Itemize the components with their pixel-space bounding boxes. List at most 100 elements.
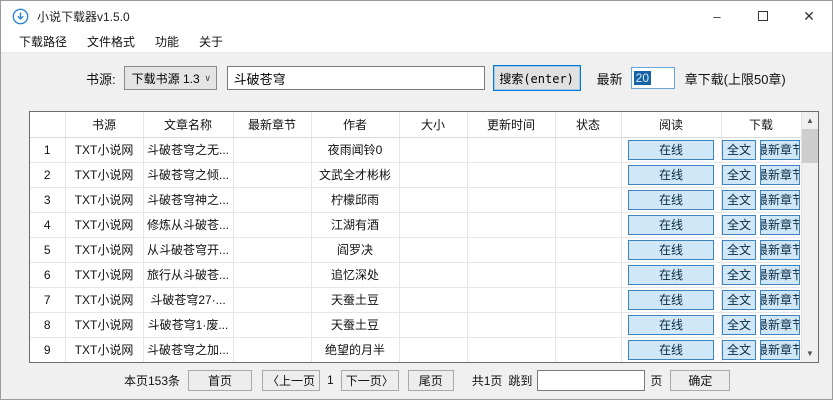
download-latest-button[interactable]: 最新章节 (760, 290, 800, 310)
download-latest-button[interactable]: 最新章节 (760, 190, 800, 210)
column-header: 书源 (65, 112, 143, 137)
read-online-button[interactable]: 在线 (628, 215, 714, 235)
app-window: 小说下载器v1.5.0 – ✕ 下载路径 文件格式 功能 关于 书源: 下载书源… (0, 0, 833, 400)
update-time-cell (467, 212, 555, 237)
read-online-button[interactable]: 在线 (628, 265, 714, 285)
download-latest-button[interactable]: 最新章节 (760, 165, 800, 185)
next-page-button[interactable]: 下一页〉 (341, 370, 399, 391)
scroll-down-icon[interactable]: ▼ (802, 345, 818, 362)
jump-to-page-input[interactable] (537, 370, 645, 391)
total-pages-text: 共1页 (472, 372, 503, 389)
download-full-button[interactable]: 全文 (722, 290, 756, 310)
latest-chapter-cell (233, 187, 311, 212)
size-cell (399, 287, 467, 312)
column-header: 最新章节 (233, 112, 311, 137)
last-page-button[interactable]: 尾页 (408, 370, 454, 391)
update-time-cell (467, 287, 555, 312)
app-cloud-download-icon (12, 8, 29, 25)
size-cell (399, 237, 467, 262)
results-grid: 书源文章名称最新章节作者大小更新时间状态阅读下载 1TXT小说网斗破苍穹之无..… (30, 112, 802, 363)
read-online-button[interactable]: 在线 (628, 240, 714, 260)
menu-about[interactable]: 关于 (189, 31, 233, 52)
table-row: 6TXT小说网旅行从斗破苍...追忆深处在线全文最新章节 (30, 262, 801, 287)
read-online-button[interactable]: 在线 (628, 315, 714, 335)
read-cell: 在线 (621, 337, 721, 362)
source-cell: TXT小说网 (65, 287, 143, 312)
download-full-button[interactable]: 全文 (722, 265, 756, 285)
update-time-cell (467, 162, 555, 187)
window-title: 小说下载器v1.5.0 (37, 8, 130, 25)
search-toolbar: 书源: 下载书源 1.3 ∨ 搜索(enter) 最新 20 章下载(上限50章… (86, 65, 832, 91)
download-full-button[interactable]: 全文 (722, 190, 756, 210)
row-number: 9 (30, 337, 65, 362)
size-cell (399, 212, 467, 237)
size-cell (399, 312, 467, 337)
maximize-button[interactable] (740, 1, 786, 31)
download-full-button[interactable]: 全文 (722, 215, 756, 235)
source-cell: TXT小说网 (65, 337, 143, 362)
search-input[interactable] (227, 66, 485, 90)
pagination-bar: 本页153条 首页 〈上一页 1 下一页〉 尾页 共1页 跳到 页 确定 (124, 369, 832, 391)
confirm-jump-button[interactable]: 确定 (670, 370, 730, 391)
update-time-cell (467, 187, 555, 212)
download-full-button[interactable]: 全文 (722, 340, 756, 360)
scrollbar-thumb[interactable] (802, 129, 818, 163)
row-number: 6 (30, 262, 65, 287)
book-source-select[interactable]: 下载书源 1.3 ∨ (124, 66, 217, 90)
close-button[interactable]: ✕ (786, 1, 832, 31)
page-count-text: 本页153条 (124, 372, 180, 389)
read-online-button[interactable]: 在线 (628, 165, 714, 185)
size-cell (399, 137, 467, 162)
latest-chapter-count-input[interactable]: 20 (631, 67, 675, 89)
search-button[interactable]: 搜索(enter) (493, 65, 581, 91)
read-online-button[interactable]: 在线 (628, 190, 714, 210)
book-source-value: 下载书源 1.3 (125, 70, 200, 87)
author-cell: 柠檬邱雨 (311, 187, 399, 212)
source-cell: TXT小说网 (65, 262, 143, 287)
table-row: 2TXT小说网斗破苍穹之倾...文武全才彬彬在线全文最新章节 (30, 162, 801, 187)
update-time-cell (467, 262, 555, 287)
read-online-button[interactable]: 在线 (628, 140, 714, 160)
column-header: 作者 (311, 112, 399, 137)
download-latest-button[interactable]: 最新章节 (760, 315, 800, 335)
column-header: 更新时间 (467, 112, 555, 137)
minimize-button[interactable]: – (694, 1, 740, 31)
column-header: 下载 (721, 112, 801, 137)
status-cell (555, 162, 621, 187)
download-latest-button[interactable]: 最新章节 (760, 340, 800, 360)
menu-download-path[interactable]: 下载路径 (9, 31, 77, 52)
read-online-button[interactable]: 在线 (628, 340, 714, 360)
title-cell: 斗破苍穹之加... (143, 337, 233, 362)
download-latest-button[interactable]: 最新章节 (760, 140, 800, 160)
download-full-button[interactable]: 全文 (722, 240, 756, 260)
download-full-button[interactable]: 全文 (722, 140, 756, 160)
author-cell: 夜雨闻铃0 (311, 137, 399, 162)
scroll-up-icon[interactable]: ▲ (802, 112, 818, 129)
download-latest-label: 最新章节 (760, 316, 800, 333)
download-full-button[interactable]: 全文 (722, 315, 756, 335)
download-latest-button[interactable]: 最新章节 (760, 265, 800, 285)
row-number: 4 (30, 212, 65, 237)
title-cell: 从斗破苍穹开... (143, 237, 233, 262)
source-cell: TXT小说网 (65, 312, 143, 337)
latest-chapter-cell (233, 212, 311, 237)
download-latest-label: 最新章节 (760, 216, 800, 233)
column-header: 大小 (399, 112, 467, 137)
prev-page-button[interactable]: 〈上一页 (262, 370, 320, 391)
first-page-button[interactable]: 首页 (188, 370, 252, 391)
menu-functions[interactable]: 功能 (145, 31, 189, 52)
download-latest-button[interactable]: 最新章节 (760, 240, 800, 260)
latest-chapter-count-value: 20 (634, 71, 651, 85)
vertical-scrollbar[interactable]: ▲ ▼ (801, 112, 818, 362)
read-online-button[interactable]: 在线 (628, 290, 714, 310)
title-cell: 斗破苍穹神之... (143, 187, 233, 212)
download-full-button[interactable]: 全文 (722, 165, 756, 185)
jump-to-label: 跳到 (508, 372, 532, 389)
download-latest-button[interactable]: 最新章节 (760, 215, 800, 235)
column-header: 状态 (555, 112, 621, 137)
scrollbar-track[interactable] (802, 163, 818, 345)
download-latest-label: 最新章节 (760, 241, 800, 258)
menu-file-format[interactable]: 文件格式 (77, 31, 145, 52)
latest-chapter-cell (233, 137, 311, 162)
size-cell (399, 187, 467, 212)
